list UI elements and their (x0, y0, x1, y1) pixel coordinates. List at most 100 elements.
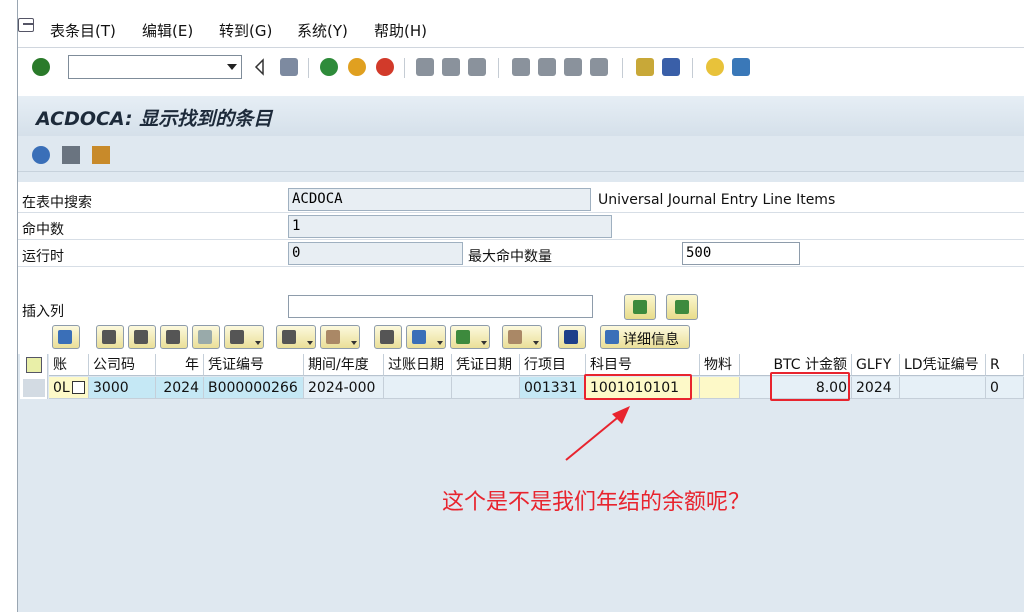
back-arrow-icon[interactable] (254, 58, 266, 76)
column-header-company-code[interactable]: 公司码 (89, 354, 156, 376)
cell-company-code[interactable]: 3000 (89, 377, 156, 399)
column-header-line-item[interactable]: 行项目 (520, 354, 586, 376)
detail-info-button[interactable]: 详细信息 (600, 325, 690, 349)
sort-descending-button[interactable] (128, 325, 156, 349)
cell-r[interactable]: 0 (986, 377, 1024, 399)
export-button[interactable] (450, 325, 490, 349)
cell-year[interactable]: 2024 (156, 377, 204, 399)
menu-exit-icon[interactable] (18, 18, 34, 32)
sum-icon (282, 330, 296, 344)
command-field[interactable] (68, 55, 242, 79)
total-button[interactable] (276, 325, 316, 349)
column-header-glfy[interactable]: GLFY (852, 354, 900, 376)
insert-column-input[interactable] (288, 295, 593, 318)
details-view-button[interactable] (52, 325, 80, 349)
sort-asc-icon (102, 330, 116, 344)
layout-menu-icon[interactable] (732, 58, 750, 76)
menu-bar: 表条目(T) 编辑(E) 转到(G) 系统(Y) 帮助(H) (0, 0, 1024, 48)
print-icon[interactable] (416, 58, 434, 76)
save-icon[interactable] (280, 58, 298, 76)
help-icon[interactable] (706, 58, 724, 76)
column-header-material[interactable]: 物料 (700, 354, 740, 376)
column-header-ledger[interactable]: 账 (49, 354, 89, 376)
column-header-document-date[interactable]: 凭证日期 (452, 354, 520, 376)
column-header-posting-date[interactable]: 过账日期 (384, 354, 452, 376)
row-divider (18, 266, 1024, 267)
sort-ascending-button[interactable] (96, 325, 124, 349)
cell-ld-document-number[interactable] (900, 377, 986, 399)
info-icon (564, 330, 578, 344)
insert-column-button[interactable] (624, 294, 656, 320)
column-header-account-number[interactable]: 科目号 (586, 354, 700, 376)
enter-check-icon[interactable] (32, 58, 50, 76)
cell-line-item[interactable]: 001331 (520, 377, 586, 399)
first-page-icon[interactable] (512, 58, 530, 76)
annotation-text: 这个是不是我们年结的余额呢？ (442, 490, 751, 515)
previous-page-icon[interactable] (538, 58, 556, 76)
cell-material[interactable] (700, 377, 740, 399)
new-session-icon[interactable] (636, 58, 654, 76)
subtotal-icon (326, 330, 340, 344)
layout-button[interactable] (502, 325, 542, 349)
dropdown-icon (307, 341, 313, 345)
column-header-r[interactable]: R (986, 354, 1024, 376)
selection-criteria-icon[interactable] (62, 146, 80, 164)
max-hits-input[interactable]: 500 (682, 242, 800, 265)
value-help-icon[interactable] (72, 381, 85, 394)
cell-glfy[interactable]: 2024 (852, 377, 900, 399)
layout-settings-icon[interactable] (26, 357, 42, 373)
menu-edit[interactable]: 编辑(E) (142, 20, 193, 41)
column-header-year[interactable]: 年 (156, 354, 204, 376)
menu-system[interactable]: 系统(Y) (297, 20, 348, 41)
print-preview-button[interactable] (374, 325, 402, 349)
search-table-field: ACDOCA (288, 188, 591, 211)
row-selector[interactable] (23, 379, 45, 397)
menu-goto[interactable]: 转到(G) (219, 20, 272, 41)
result-table: 账 公司码 年 凭证编号 期间/年度 过账日期 凭证日期 行项目 科目号 物料 … (18, 354, 1024, 612)
column-header-document-number[interactable]: 凭证编号 (204, 354, 304, 376)
separator (622, 58, 623, 78)
binoculars-next-icon (198, 330, 212, 344)
back-icon[interactable] (320, 58, 338, 76)
max-hits-label: 最大命中数量 (468, 249, 552, 265)
cell-document-date[interactable] (452, 377, 520, 399)
views-button[interactable] (406, 325, 446, 349)
person-icon (605, 330, 619, 344)
shortcut-icon[interactable] (662, 58, 680, 76)
last-page-icon[interactable] (590, 58, 608, 76)
refresh-icon[interactable] (32, 146, 50, 164)
menu-help[interactable]: 帮助(H) (374, 20, 427, 41)
find-icon[interactable] (442, 58, 460, 76)
filter-icon (230, 330, 244, 344)
export-icon (456, 330, 470, 344)
hits-label: 命中数 (22, 222, 64, 238)
find-next-icon[interactable] (468, 58, 486, 76)
cell-document-number[interactable]: B000000266 (204, 377, 304, 399)
cell-ledger[interactable]: 0L (49, 377, 89, 399)
runtime-label: 运行时 (22, 249, 64, 265)
runtime-field: 0 (288, 242, 463, 265)
cell-period-year[interactable]: 2024-000 (304, 377, 384, 399)
annotation-arrow-icon (565, 406, 630, 461)
views-icon (412, 330, 426, 344)
remove-icon (675, 300, 689, 314)
info-button[interactable] (558, 325, 586, 349)
cell-posting-date[interactable] (384, 377, 452, 399)
column-header-ld-document-number[interactable]: LD凭证编号 (900, 354, 986, 376)
find-next-button[interactable] (192, 325, 220, 349)
detail-info-label: 详细信息 (623, 332, 679, 348)
column-header-period-year[interactable]: 期间/年度 (304, 354, 384, 376)
separator (692, 58, 693, 78)
row-divider (18, 212, 1024, 213)
next-page-icon[interactable] (564, 58, 582, 76)
filter-button[interactable] (224, 325, 264, 349)
find-button[interactable] (160, 325, 188, 349)
command-dropdown-icon[interactable] (227, 64, 237, 70)
menu-table-entry[interactable]: 表条目(T) (50, 20, 116, 41)
subtotal-button[interactable] (320, 325, 360, 349)
settings-icon[interactable] (92, 146, 110, 164)
left-border (0, 0, 18, 612)
remove-column-button[interactable] (666, 294, 698, 320)
exit-icon[interactable] (348, 58, 366, 76)
cancel-icon[interactable] (376, 58, 394, 76)
